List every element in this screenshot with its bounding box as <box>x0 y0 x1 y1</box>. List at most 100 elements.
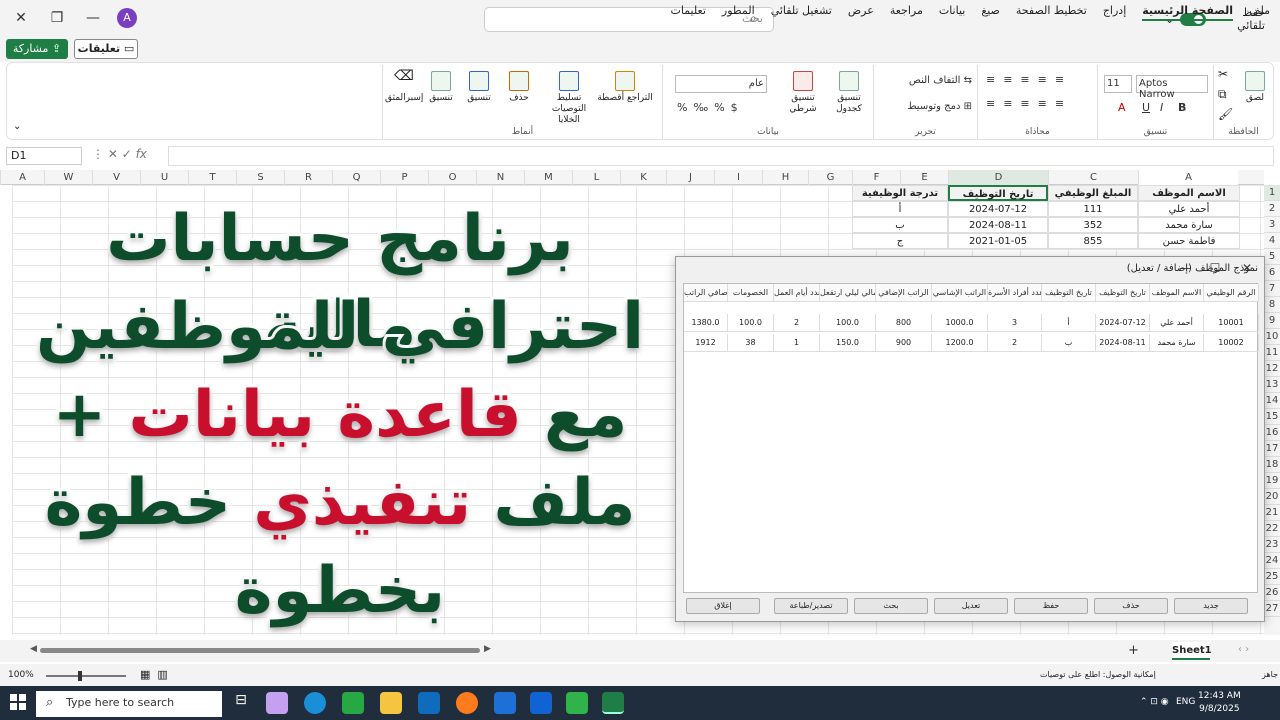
column-header[interactable]: الراتب الإشاسي <box>932 284 988 302</box>
column-header[interactable]: تاريخ التوظيف <box>1096 284 1150 302</box>
tab-file[interactable]: ملف <box>1249 4 1270 21</box>
vpn-icon[interactable] <box>494 692 516 714</box>
name-box[interactable]: D1 <box>6 147 82 165</box>
close-button[interactable]: إغلاق <box>686 598 760 614</box>
column-header[interactable]: الراتب الإضافي <box>876 284 932 302</box>
table-cell[interactable]: 10001 <box>1204 314 1259 332</box>
font-color-icon[interactable]: A <box>1118 101 1126 114</box>
table-cell[interactable]: أ <box>1042 314 1096 332</box>
row-header[interactable]: 2 <box>1264 201 1280 217</box>
sheet-tab-active[interactable]: Sheet1 <box>1172 642 1212 660</box>
table-cell[interactable]: 2021-01-05 <box>948 233 1048 249</box>
italic-icon[interactable]: I <box>1160 101 1163 114</box>
table-cell[interactable]: 1000.0 <box>932 314 988 332</box>
table-cell[interactable]: 100.0 <box>820 314 876 332</box>
table-cell[interactable]: ج <box>852 233 948 249</box>
merge-center-button[interactable]: ⊞ دمج وتوسيط <box>880 101 972 112</box>
column-header[interactable]: D <box>948 170 1048 185</box>
row-header[interactable]: 24 <box>1264 553 1280 569</box>
table-cell[interactable]: 352 <box>1048 217 1138 233</box>
edge-icon[interactable] <box>304 692 326 714</box>
row-header[interactable]: 4 <box>1264 233 1280 249</box>
table-cell[interactable]: سارة محمد <box>1138 217 1240 233</box>
zoom-slider[interactable] <box>46 675 126 677</box>
row-header[interactable]: 7 <box>1264 281 1280 297</box>
table-cell[interactable]: 2 <box>988 334 1042 352</box>
tab-home[interactable]: الصفحة الرئيسية <box>1142 4 1234 21</box>
row-header[interactable]: 14 <box>1264 393 1280 409</box>
copy-icon[interactable]: ⧉ <box>1218 88 1227 100</box>
row-header[interactable]: 3 <box>1264 217 1280 233</box>
scroll-left-icon[interactable]: ◀ <box>30 644 37 654</box>
tab-help[interactable]: تعليمات <box>670 4 705 21</box>
share-button[interactable]: مشاركة ⇪ <box>6 39 68 59</box>
table-cell[interactable]: 1200.0 <box>932 334 988 352</box>
camtasia-icon[interactable] <box>566 692 588 714</box>
column-header[interactable]: P <box>380 170 428 185</box>
row-header[interactable]: 26 <box>1264 585 1280 601</box>
tab-automate[interactable]: تشغيل تلقائي <box>771 4 832 21</box>
column-header[interactable]: الرقم الوظيفي <box>1204 284 1259 302</box>
scroll-right-icon[interactable]: ▶ <box>484 644 491 654</box>
column-header[interactable]: F <box>852 170 900 185</box>
collapse-ribbon-icon[interactable]: ⌄ <box>13 121 21 132</box>
task-view-icon[interactable]: ⊟ <box>230 692 252 714</box>
row-header[interactable]: 12 <box>1264 361 1280 377</box>
close-icon[interactable]: ✕ <box>1238 261 1256 277</box>
format-button-2[interactable]: تنسيق <box>423 71 459 104</box>
tab-view[interactable]: عرض <box>848 4 874 21</box>
accessibility-status[interactable]: إمكانية الوصول: اطلع على توصيات <box>1040 670 1156 679</box>
zoom-slider-thumb[interactable] <box>78 671 82 681</box>
column-header[interactable]: L <box>572 170 620 185</box>
delete-button[interactable]: حذف <box>1094 598 1168 614</box>
row-header[interactable]: 16 <box>1264 425 1280 441</box>
column-header[interactable]: G <box>808 170 852 185</box>
table-cell[interactable]: ب <box>852 217 948 233</box>
column-header[interactable]: C <box>1048 170 1138 185</box>
save-button[interactable]: حفظ <box>1014 598 1088 614</box>
sheet-nav-icons[interactable]: ‹ › <box>1238 644 1249 655</box>
windows-start-icon[interactable] <box>10 694 26 710</box>
column-header[interactable]: H <box>762 170 808 185</box>
column-header[interactable]: T <box>188 170 236 185</box>
table-cell[interactable]: 150.0 <box>820 334 876 352</box>
column-header[interactable]: J <box>666 170 714 185</box>
new-button[interactable]: جديد <box>1174 598 1248 614</box>
format-as-table-button[interactable]: تنسيق كجدول <box>827 71 871 115</box>
taskbar-search-input[interactable]: Type here to search <box>36 691 222 717</box>
styles-item-2[interactable]: تسليط التوصيات الخلايا <box>541 71 597 126</box>
horizontal-scrollbar[interactable] <box>40 648 480 653</box>
table-cell[interactable]: 900 <box>876 334 932 352</box>
delete-button[interactable]: حذف <box>499 71 539 104</box>
file-explorer-icon[interactable] <box>380 692 402 714</box>
column-header[interactable]: صافي الراتب <box>684 284 728 302</box>
column-header[interactable]: W <box>44 170 92 185</box>
restore-icon[interactable]: ❐ <box>46 8 68 28</box>
header-cell[interactable]: المبلغ الوظيفي <box>1048 185 1138 201</box>
table-cell[interactable]: أحمد علي <box>1138 201 1240 217</box>
clear-button[interactable]: ⌫ إسبرالمثق <box>385 69 423 104</box>
column-header[interactable]: Q <box>332 170 380 185</box>
tab-data[interactable]: بيانات <box>939 4 966 21</box>
table-cell[interactable]: 2024-08-11 <box>1096 334 1150 352</box>
font-name-select[interactable]: Aptos Narrow <box>1136 75 1208 100</box>
column-header[interactable]: V <box>92 170 140 185</box>
table-cell[interactable]: أحمد علي <box>1150 314 1204 332</box>
row-header[interactable]: 23 <box>1264 537 1280 553</box>
search-button[interactable]: بحث <box>854 598 928 614</box>
column-header[interactable]: K <box>620 170 666 185</box>
header-cell-selected[interactable]: تاريخ التوظيف <box>948 185 1048 201</box>
row-header[interactable]: 18 <box>1264 457 1280 473</box>
close-icon[interactable]: ✕ <box>10 8 32 28</box>
align-top-icons[interactable]: ≡≡≡≡≡ <box>986 73 1072 86</box>
column-header[interactable]: عدد أفراد الأسرة <box>988 284 1042 302</box>
clock[interactable]: 12:43 AM 9/8/2025 <box>1198 690 1241 716</box>
table-cell[interactable]: 111 <box>1048 201 1138 217</box>
column-header[interactable]: S <box>236 170 284 185</box>
column-header[interactable]: A <box>0 170 44 185</box>
table-cell[interactable]: 2 <box>774 314 820 332</box>
row-header[interactable]: 20 <box>1264 489 1280 505</box>
column-header[interactable]: R <box>284 170 332 185</box>
font-size-select[interactable]: 11 <box>1104 75 1132 93</box>
table-cell[interactable]: أ <box>852 201 948 217</box>
